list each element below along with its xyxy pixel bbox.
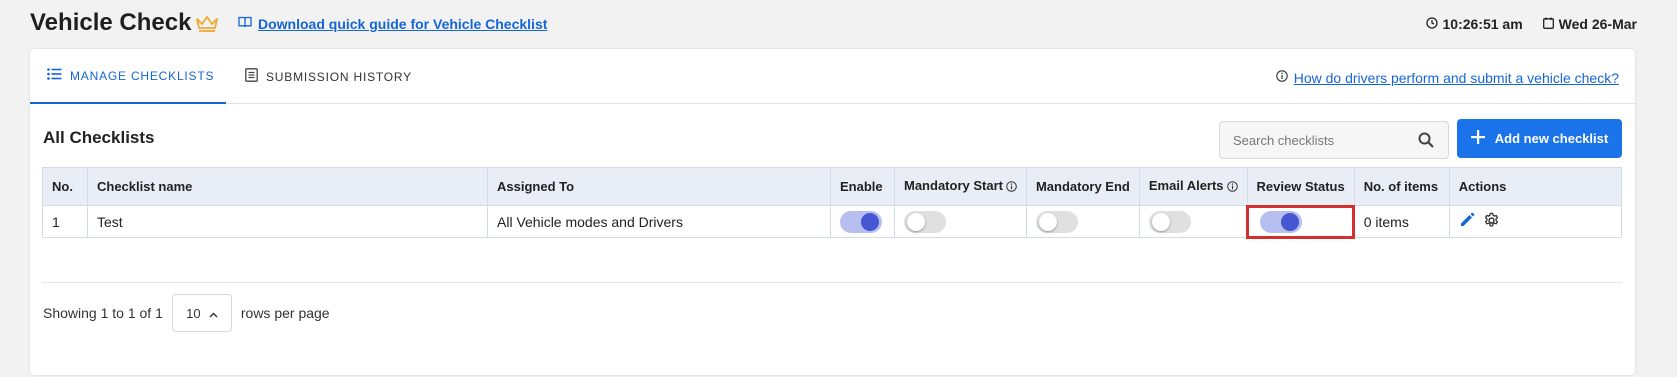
col-email-alerts: Email Alerts bbox=[1138, 167, 1248, 206]
cell-no-of-items: 0 items bbox=[1353, 205, 1450, 238]
document-icon bbox=[245, 68, 258, 85]
col-checklist-name: Checklist name bbox=[87, 167, 488, 206]
edit-icon[interactable] bbox=[1459, 212, 1475, 231]
col-review-status: Review Status bbox=[1246, 167, 1355, 206]
guide-link-group[interactable]: Download quick guide for Vehicle Checkli… bbox=[238, 15, 547, 33]
crown-icon bbox=[195, 15, 219, 37]
col-mandatory-start: Mandatory Start bbox=[894, 167, 1027, 206]
page-title: Vehicle Check bbox=[30, 9, 192, 36]
cell-assigned-to: All Vehicle modes and Drivers bbox=[487, 205, 831, 238]
rows-per-page-select[interactable]: 10 bbox=[171, 294, 232, 332]
chevron-up-icon bbox=[209, 306, 218, 321]
tab-submission-history[interactable]: SUBMISSION HISTORY bbox=[245, 49, 412, 104]
search-icon[interactable] bbox=[1418, 132, 1434, 153]
col-actions: Actions bbox=[1448, 167, 1623, 206]
mandatory-end-toggle[interactable] bbox=[1035, 210, 1078, 233]
how-to-link[interactable]: How do drivers perform and submit a vehi… bbox=[1294, 70, 1619, 86]
showing-text: Showing 1 to 1 of 1 bbox=[43, 305, 163, 321]
cell-mandatory-start bbox=[894, 205, 1027, 238]
book-icon bbox=[238, 15, 252, 33]
checklists-table: No. Checklist name Assigned To Enable Ma… bbox=[42, 167, 1623, 239]
toggle-knob bbox=[1038, 212, 1057, 231]
tab-history-label: SUBMISSION HISTORY bbox=[266, 69, 412, 84]
tab-bar: MANAGE CHECKLISTS SUBMISSION HISTORY How… bbox=[30, 49, 1635, 104]
toggle-knob bbox=[1151, 212, 1170, 231]
tab-manage-label: MANAGE CHECKLISTS bbox=[70, 68, 215, 83]
clock-icon bbox=[1425, 16, 1438, 32]
toggle-knob bbox=[907, 212, 925, 231]
email-alerts-toggle[interactable] bbox=[1148, 210, 1191, 233]
gear-icon[interactable] bbox=[1483, 212, 1500, 232]
download-guide-link[interactable]: Download quick guide for Vehicle Checkli… bbox=[258, 16, 547, 32]
info-icon[interactable] bbox=[1226, 180, 1238, 195]
cell-checklist-name: Test bbox=[87, 205, 488, 238]
current-date: Wed 26-Mar bbox=[1558, 16, 1637, 32]
list-icon bbox=[47, 68, 62, 83]
rows-per-page-value: 10 bbox=[186, 305, 201, 321]
toggle-knob bbox=[861, 212, 879, 231]
current-time: 10:26:51 am bbox=[1442, 16, 1523, 32]
add-checklist-label: Add new checklist bbox=[1494, 131, 1609, 146]
info-icon[interactable] bbox=[1006, 180, 1017, 195]
review-status-toggle[interactable] bbox=[1259, 210, 1302, 233]
cell-no: 1 bbox=[42, 205, 88, 238]
search-input[interactable] bbox=[1220, 122, 1400, 158]
mandatory-start-toggle[interactable] bbox=[904, 210, 946, 233]
section-title: All Checklists bbox=[43, 128, 155, 147]
cell-mandatory-end bbox=[1025, 205, 1140, 238]
add-checklist-button[interactable]: Add new checklist bbox=[1457, 119, 1622, 158]
enable-toggle[interactable] bbox=[840, 210, 882, 233]
rows-per-page-label: rows per page bbox=[240, 305, 330, 321]
datetime: 10:26:51 am Wed 26-Mar bbox=[1425, 16, 1637, 32]
toggle-knob bbox=[1280, 212, 1299, 231]
col-mandatory-end: Mandatory End bbox=[1025, 167, 1140, 206]
cell-email-alerts bbox=[1138, 205, 1248, 238]
cell-actions bbox=[1448, 205, 1623, 238]
calendar-icon bbox=[1542, 16, 1554, 32]
col-assigned-to: Assigned To bbox=[487, 167, 831, 206]
plus-icon bbox=[1470, 130, 1485, 147]
checklists-card: MANAGE CHECKLISTS SUBMISSION HISTORY How… bbox=[30, 49, 1635, 375]
table-header-row: No. Checklist name Assigned To Enable Ma… bbox=[42, 167, 1623, 206]
search-box bbox=[1219, 121, 1449, 159]
divider bbox=[42, 282, 1622, 283]
pagination: Showing 1 to 1 of 1 10 rows per page bbox=[43, 294, 330, 332]
col-no: No. bbox=[42, 167, 88, 206]
top-bar: Vehicle Check Download quick guide for V… bbox=[0, 0, 1677, 48]
col-no-of-items: No. of items bbox=[1353, 167, 1450, 206]
tab-manage-checklists[interactable]: MANAGE CHECKLISTS bbox=[30, 49, 226, 104]
help-link-group[interactable]: How do drivers perform and submit a vehi… bbox=[1275, 69, 1619, 87]
info-icon bbox=[1275, 69, 1288, 87]
col-enable: Enable bbox=[830, 167, 895, 206]
col-mandatory-start-label: Mandatory Start bbox=[904, 178, 1003, 193]
table-row: 1 Test All Vehicle modes and Drivers 0 i… bbox=[42, 204, 1623, 239]
cell-review-status bbox=[1246, 204, 1356, 239]
cell-enable bbox=[830, 205, 895, 238]
col-email-alerts-label: Email Alerts bbox=[1148, 178, 1224, 193]
